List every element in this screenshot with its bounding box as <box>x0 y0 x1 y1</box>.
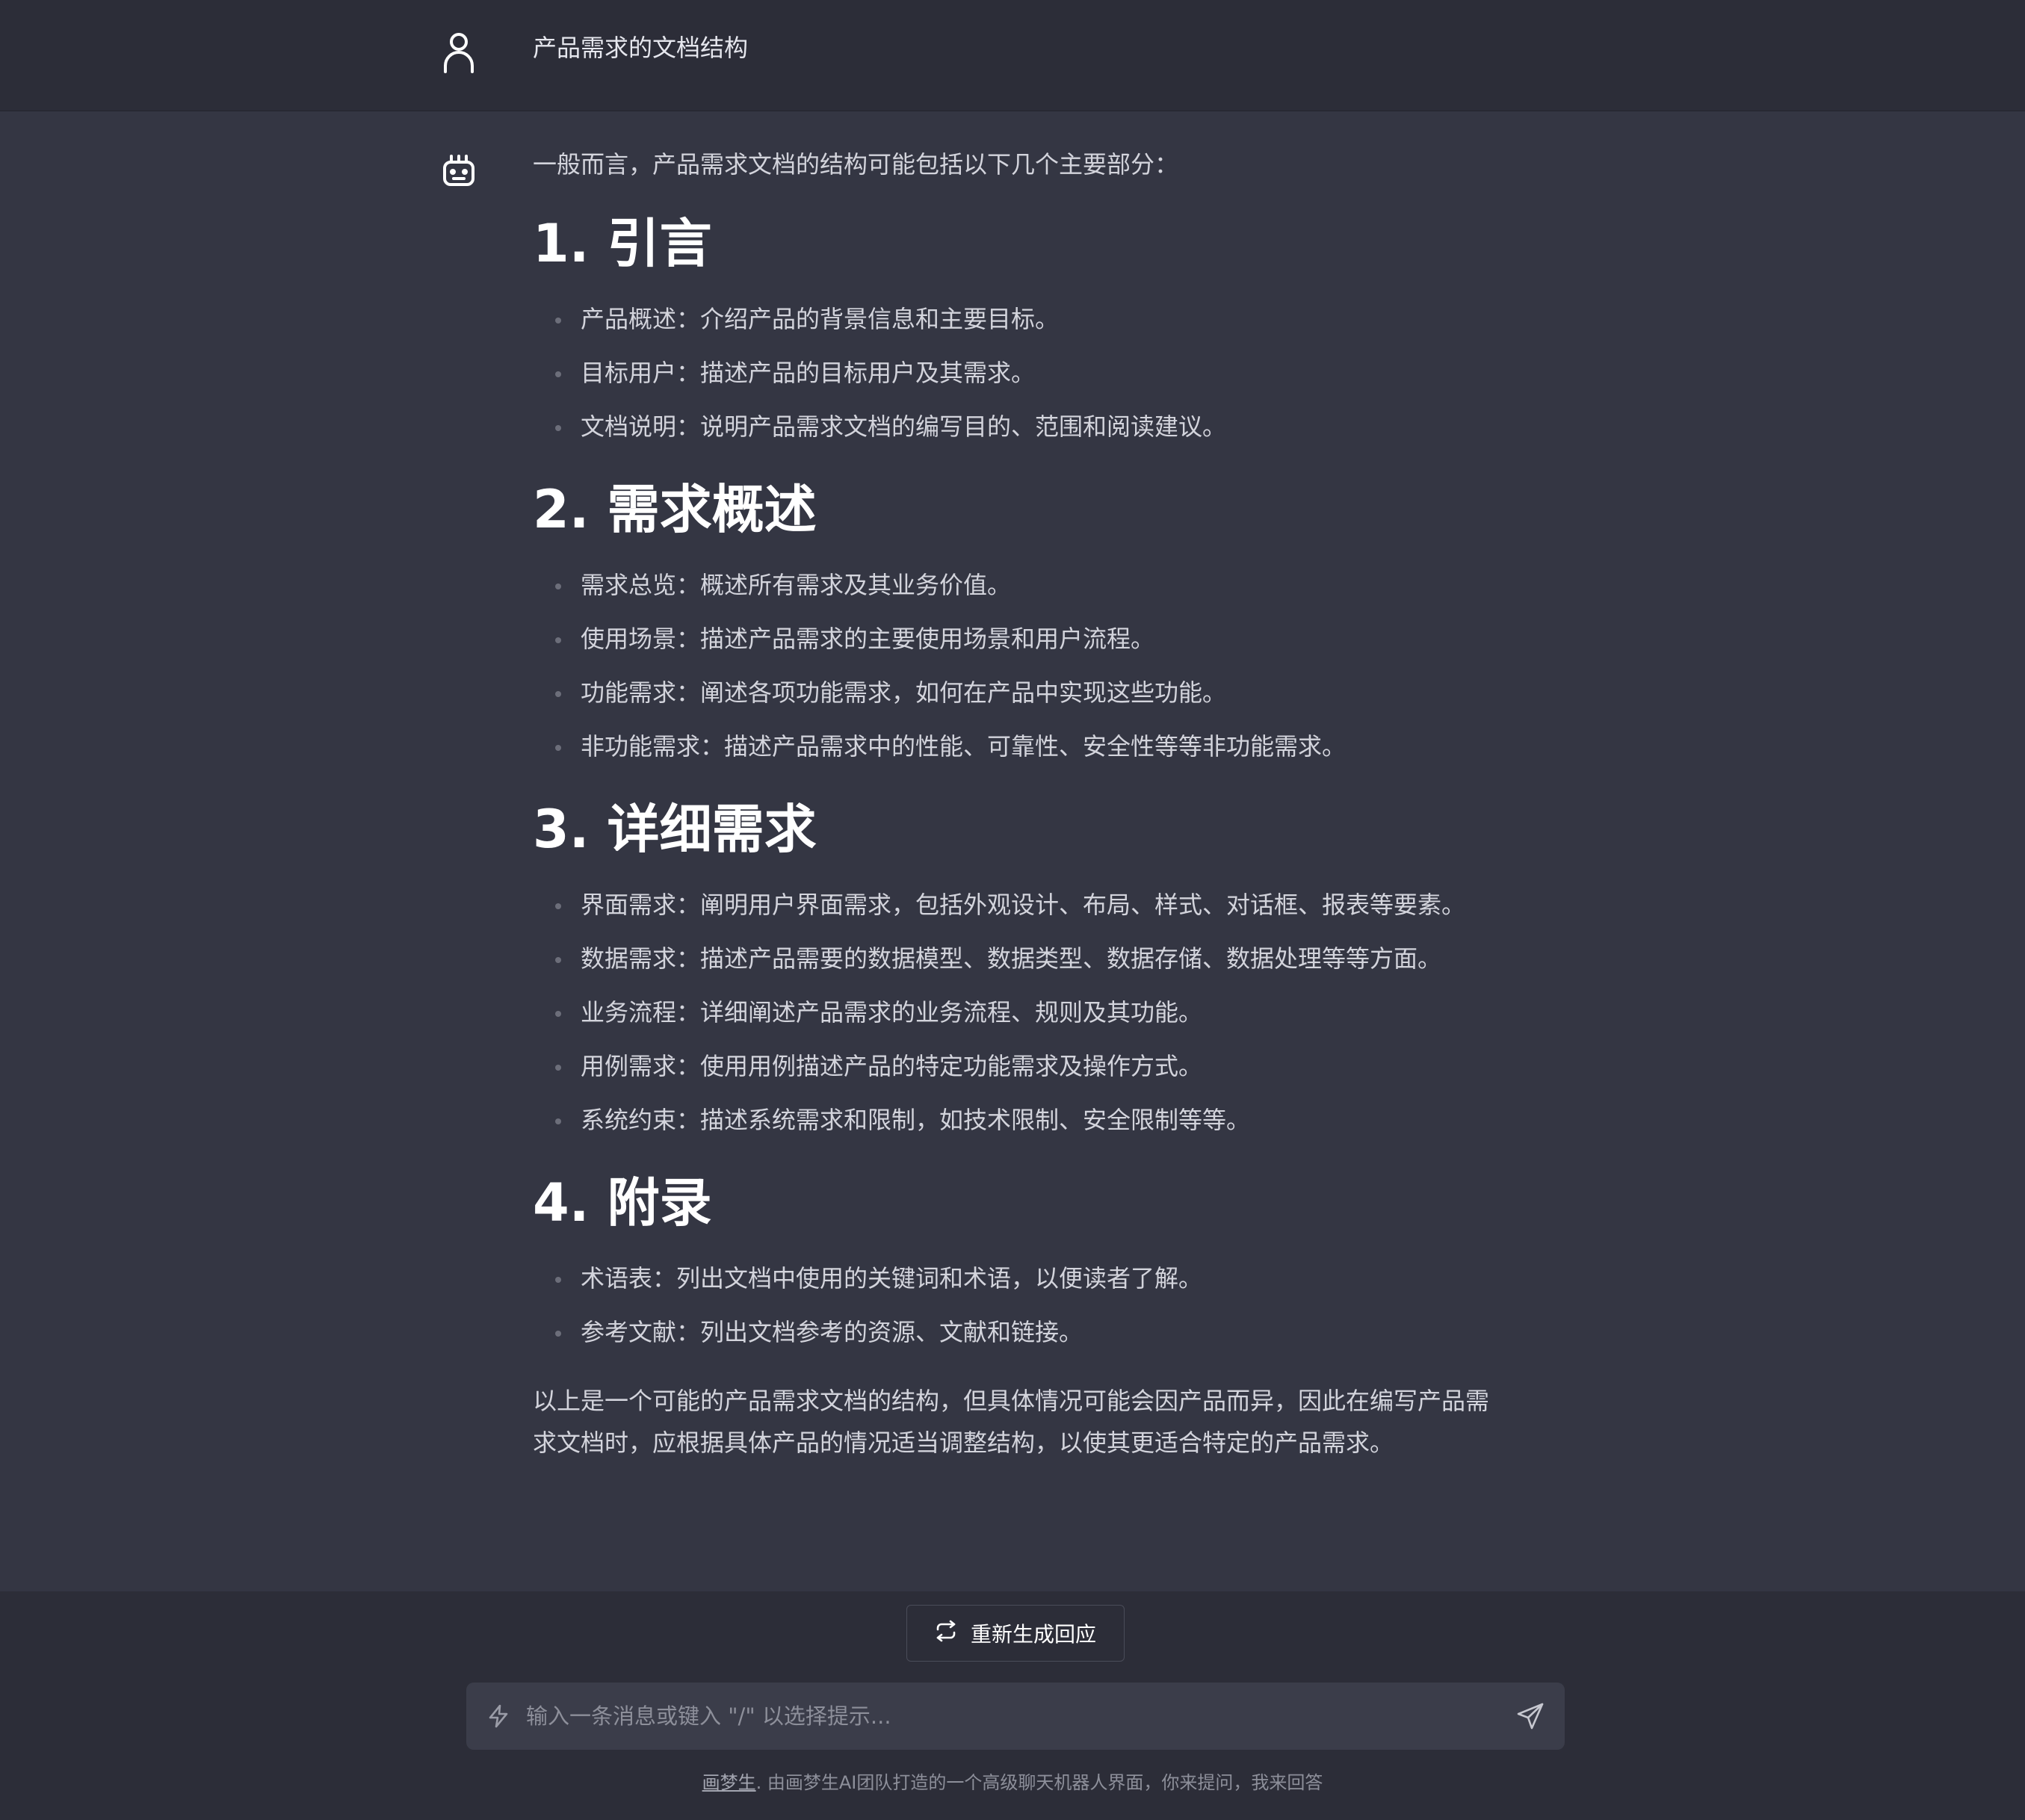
answer-conclusion: 以上是一个可能的产品需求文档的结构，但具体情况可能会因产品而异，因此在编写产品需… <box>533 1387 1490 1457</box>
section-title: 3. 详细需求 <box>533 799 817 860</box>
assistant-message-row: 一般而言，产品需求文档的结构可能包括以下几个主要部分： 1. 引言 产品概述：介… <box>0 111 2025 1591</box>
message-input[interactable] <box>526 1694 1483 1738</box>
list-item: 业务流程：详细阐述产品需求的业务流程、规则及其功能。 <box>555 996 1504 1029</box>
chat-page: 产品需求的文档结构 一般而言，产品需求文档的结构可能包括以下几个主要部分： 1.… <box>0 0 2025 1820</box>
footer-text: . 由画梦生AI团队打造的一个高级聊天机器人界面，你来提问，我来回答 <box>755 1772 1323 1793</box>
message-input-container <box>466 1683 1565 1750</box>
list-item: 产品概述：介绍产品的背景信息和主要目标。 <box>555 303 1504 335</box>
list-item: 界面需求：阐明用户界面需求，包括外观设计、布局、样式、对话框、报表等要素。 <box>555 888 1504 921</box>
footer-brand-link[interactable]: 画梦生 <box>702 1772 756 1793</box>
section-title: 2. 需求概述 <box>533 479 817 540</box>
robot-icon <box>438 149 480 191</box>
list-item: 文档说明：说明产品需求文档的编写目的、范围和阅读建议。 <box>555 410 1504 443</box>
section-list: 需求总览：概述所有需求及其业务价值。 使用场景：描述产品需求的主要使用场景和用户… <box>533 569 1504 763</box>
list-item: 功能需求：阐述各项功能需求，如何在产品中实现这些功能。 <box>555 676 1504 709</box>
user-icon <box>438 31 480 73</box>
bolt-icon <box>486 1703 511 1729</box>
list-item: 参考文献：列出文档参考的资源、文献和链接。 <box>555 1316 1504 1349</box>
list-item: 目标用户：描述产品的目标用户及其需求。 <box>555 356 1504 389</box>
list-item: 用例需求：使用用例描述产品的特定功能需求及操作方式。 <box>555 1050 1504 1083</box>
regenerate-label: 重新生成回应 <box>970 1622 1096 1647</box>
section-list: 术语表：列出文档中使用的关键词和术语，以便读者了解。 参考文献：列出文档参考的资… <box>533 1262 1504 1349</box>
list-item: 术语表：列出文档中使用的关键词和术语，以便读者了解。 <box>555 1262 1504 1295</box>
section-title: 1. 引言 <box>533 213 712 274</box>
footer: 画梦生. 由画梦生AI团队打造的一个高级聊天机器人界面，你来提问，我来回答 <box>0 1768 2025 1798</box>
user-message-row: 产品需求的文档结构 <box>0 0 2025 111</box>
send-icon[interactable] <box>1515 1701 1545 1731</box>
list-item: 数据需求：描述产品需要的数据模型、数据类型、数据存储、数据处理等等方面。 <box>555 942 1504 975</box>
refresh-icon <box>935 1620 957 1647</box>
list-item: 使用场景：描述产品需求的主要使用场景和用户流程。 <box>555 622 1504 655</box>
user-message-text: 产品需求的文档结构 <box>533 34 749 62</box>
assistant-answer: 一般而言，产品需求文档的结构可能包括以下几个主要部分： 1. 引言 产品概述：介… <box>533 147 1504 1464</box>
regenerate-button[interactable]: 重新生成回应 <box>906 1605 1125 1662</box>
section-list: 界面需求：阐明用户界面需求，包括外观设计、布局、样式、对话框、报表等要素。 数据… <box>533 888 1504 1136</box>
section-list: 产品概述：介绍产品的背景信息和主要目标。 目标用户：描述产品的目标用户及其需求。… <box>533 303 1504 443</box>
answer-intro: 一般而言，产品需求文档的结构可能包括以下几个主要部分： <box>533 150 1179 179</box>
list-item: 非功能需求：描述产品需求中的性能、可靠性、安全性等等非功能需求。 <box>555 730 1504 763</box>
list-item: 系统约束：描述系统需求和限制，如技术限制、安全限制等等。 <box>555 1104 1504 1136</box>
list-item: 需求总览：概述所有需求及其业务价值。 <box>555 569 1504 601</box>
section-title: 4. 附录 <box>533 1172 712 1234</box>
